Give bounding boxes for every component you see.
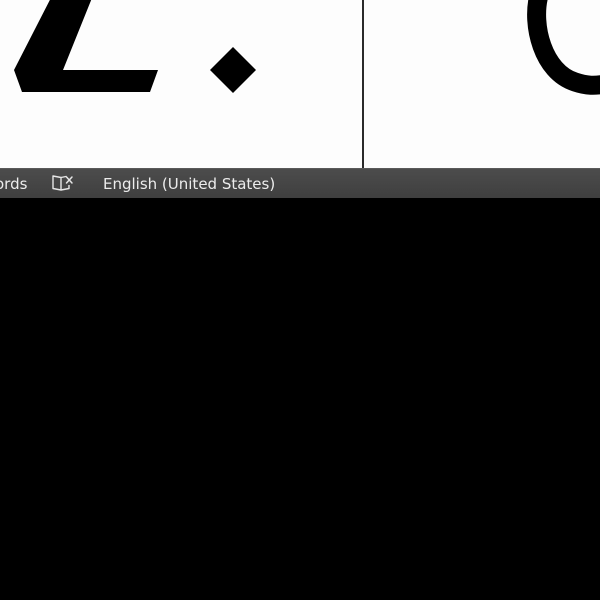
language-indicator[interactable]: English (United States) (103, 175, 275, 193)
digit-six-glyph (527, 0, 600, 95)
document-canvas[interactable] (0, 0, 600, 168)
app-window: ords English (United States) (0, 0, 600, 600)
period-diamond-glyph (210, 47, 256, 93)
status-bar: ords English (United States) (0, 168, 600, 198)
empty-black-area (0, 198, 600, 600)
digit-two-glyph (14, 0, 158, 92)
book-x-icon[interactable] (51, 174, 75, 192)
page-divider (362, 0, 364, 168)
word-count-label[interactable]: ords (0, 175, 27, 193)
